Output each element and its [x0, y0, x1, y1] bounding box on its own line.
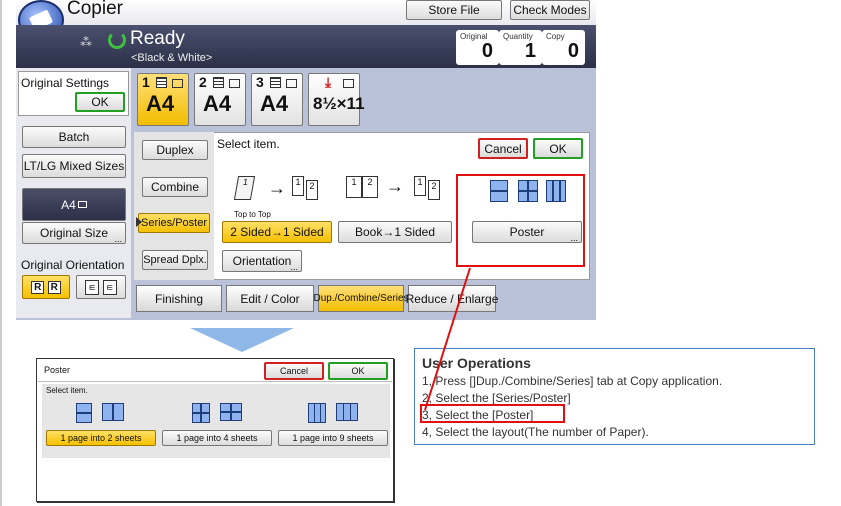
series-poster-marker: [136, 217, 142, 227]
highlight-connector: [424, 267, 471, 411]
